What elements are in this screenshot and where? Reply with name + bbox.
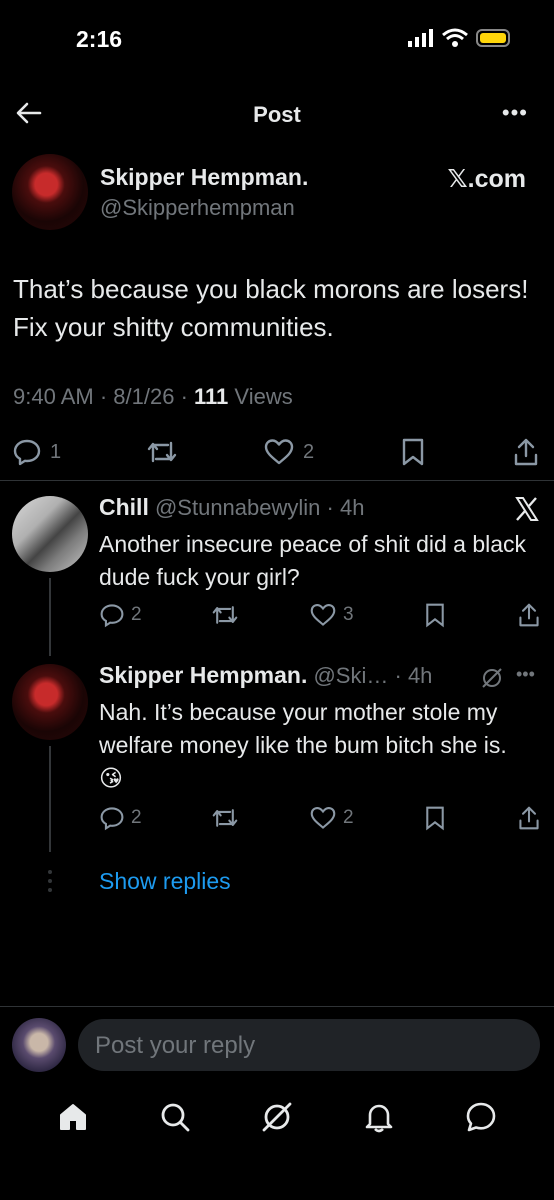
status-time: 2:16 — [76, 26, 123, 52]
reply-header: Chill @Stunnabewylin · 4h — [99, 494, 365, 520]
repost-button[interactable] — [211, 805, 239, 831]
thread-dots-icon — [48, 870, 52, 892]
page-title: Post — [253, 102, 301, 127]
reply-author-handle[interactable]: @Stunnabewylin — [155, 495, 320, 520]
reply-avatar[interactable] — [12, 496, 88, 572]
search-icon[interactable] — [158, 1100, 192, 1134]
messages-icon[interactable] — [464, 1100, 498, 1134]
more-options-icon[interactable]: ••• — [502, 100, 528, 126]
reply-input-placeholder: Post your reply — [95, 1032, 256, 1059]
bookmark-icon — [402, 438, 424, 466]
share-button[interactable] — [517, 602, 541, 628]
reply-icon — [13, 439, 41, 466]
battery-icon — [476, 29, 510, 47]
repost-button[interactable] — [146, 437, 178, 467]
like-count: 2 — [303, 440, 315, 463]
divider — [0, 480, 554, 481]
post-date: 8/1/26 — [113, 384, 175, 409]
like-icon — [310, 806, 336, 829]
tab-bar — [0, 1094, 554, 1140]
like-count: 3 — [342, 604, 354, 625]
reply-count: 2 — [131, 807, 142, 828]
reply-time: 4h — [339, 495, 365, 520]
reply-count: 1 — [50, 440, 62, 463]
thread-line — [49, 746, 51, 852]
repost-icon — [147, 441, 177, 463]
post-text: That’s because you black morons are lose… — [13, 274, 529, 342]
status-icons — [408, 28, 510, 48]
bookmark-icon — [426, 806, 445, 831]
reply-count: 2 — [131, 604, 142, 625]
author-handle[interactable]: @Skipperhempman — [100, 195, 295, 221]
reply-icon — [100, 604, 124, 628]
thread-line — [49, 578, 51, 656]
author-avatar[interactable] — [12, 154, 88, 230]
share-button[interactable] — [517, 805, 541, 831]
repost-icon — [212, 606, 238, 624]
reply-header: Skipper Hempman. @Ski… · 4h — [99, 662, 433, 688]
post-time: 9:40 AM — [13, 384, 94, 409]
grok-icon — [482, 668, 502, 688]
views-label: Views — [234, 384, 293, 409]
grok-icon[interactable] — [260, 1100, 294, 1134]
reply-button[interactable]: 2 — [99, 805, 142, 831]
reply-button[interactable]: 1 — [12, 437, 61, 467]
reply-author-name[interactable]: Chill — [99, 494, 149, 520]
home-icon[interactable] — [56, 1100, 90, 1134]
wifi-icon — [442, 28, 468, 47]
like-button[interactable]: 3 — [309, 602, 354, 628]
bookmark-button[interactable] — [423, 602, 447, 628]
signal-icon — [408, 29, 433, 47]
like-count: 2 — [342, 807, 354, 828]
reply-actions: 2 2 — [99, 803, 541, 833]
reply-author-name[interactable]: Skipper Hempman. — [99, 662, 307, 688]
reply-icon — [100, 807, 124, 831]
show-replies-link[interactable]: Show replies — [99, 868, 231, 895]
share-button[interactable] — [512, 437, 540, 467]
post-meta: 9:40 AM · 8/1/26 · 111 Views — [13, 384, 293, 409]
more-options-icon[interactable]: ••• — [516, 664, 535, 685]
reply-author-handle[interactable]: @Ski… — [313, 663, 388, 688]
author-name[interactable]: Skipper Hempman. — [100, 164, 308, 191]
like-button[interactable]: 2 — [309, 805, 354, 831]
like-icon — [264, 439, 294, 465]
bookmark-button[interactable] — [423, 805, 447, 831]
share-icon — [514, 438, 538, 466]
post-actions: 1 2 — [12, 434, 540, 470]
reply-time: 4h — [407, 663, 433, 688]
x-logo-icon — [515, 497, 539, 521]
source-label: 𝕏.com — [447, 165, 527, 193]
bookmark-button[interactable] — [399, 437, 427, 467]
share-icon — [519, 603, 539, 627]
repost-button[interactable] — [211, 602, 239, 628]
divider — [0, 1006, 554, 1007]
reply-button[interactable]: 2 — [99, 602, 142, 628]
views-count: 111 — [194, 384, 229, 409]
reply-avatar[interactable] — [12, 664, 88, 740]
like-icon — [310, 603, 336, 626]
repost-icon — [212, 809, 238, 827]
share-icon — [519, 806, 539, 830]
reply-text: Another insecure peace of shit did a bla… — [99, 531, 527, 590]
reply-actions: 2 3 — [99, 600, 541, 630]
notifications-icon[interactable] — [362, 1100, 396, 1134]
user-avatar[interactable] — [12, 1018, 66, 1072]
like-button[interactable]: 2 — [263, 437, 314, 467]
reply-text: Nah. It’s because your mother stole my w… — [99, 699, 507, 791]
bookmark-icon — [426, 603, 445, 628]
